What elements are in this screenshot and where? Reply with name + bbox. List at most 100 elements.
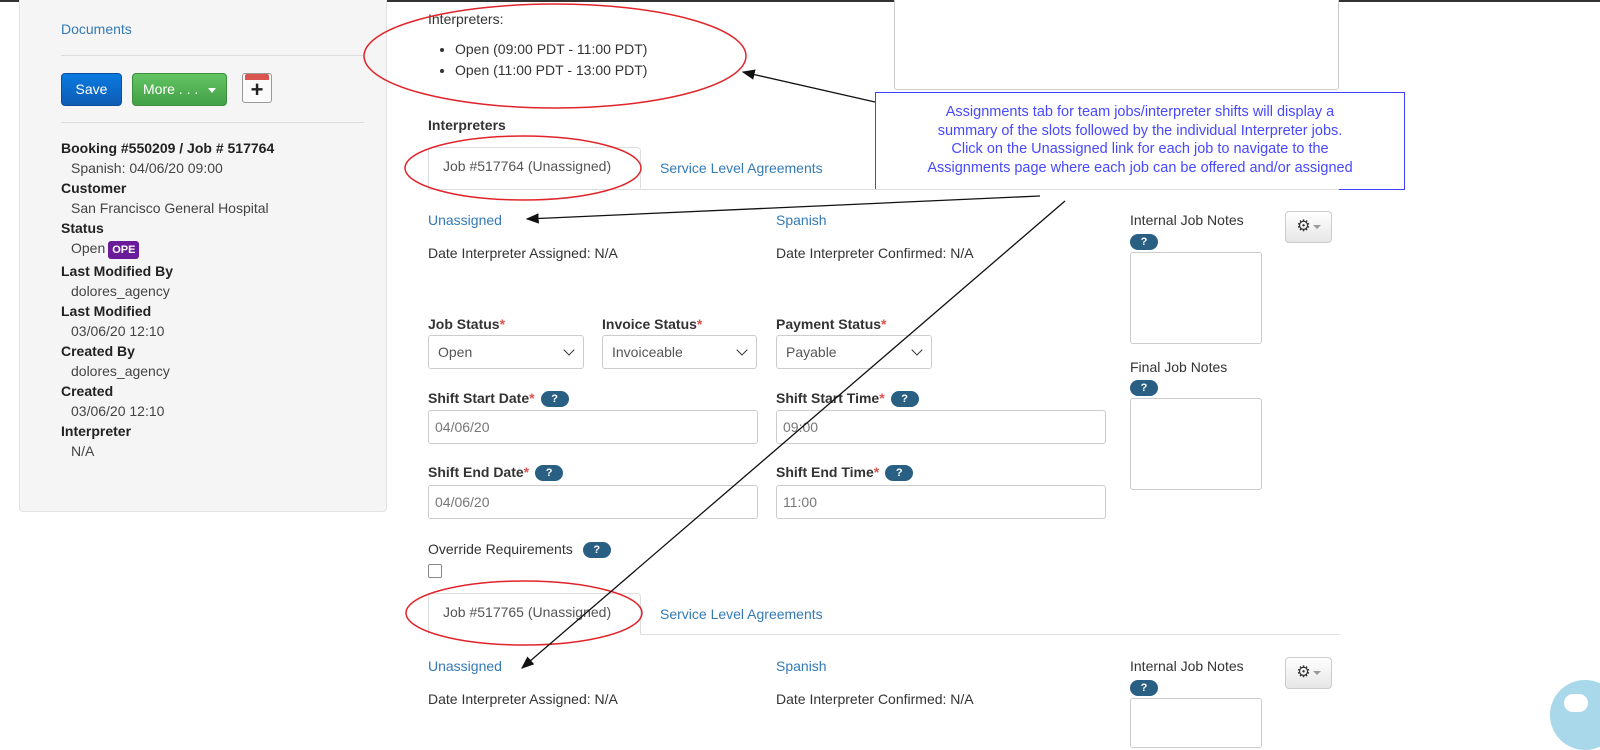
invoice-status-value: Invoiceable	[612, 344, 683, 360]
job-status-label-text: Job Status	[428, 316, 500, 332]
status-value: Open OPE	[61, 238, 274, 259]
caret-down-icon	[1312, 224, 1321, 229]
status-badge: OPE	[108, 241, 140, 259]
date-confirmed: Date Interpreter Confirmed: N/A	[776, 691, 974, 707]
last-modified-value: 03/06/20 12:10	[71, 323, 165, 339]
shift-end-time-label: Shift End Time*?	[776, 464, 914, 482]
booking-meta: Booking #550209 / Job # 517764 Spanish: …	[61, 138, 274, 461]
created-by-label: Created By	[61, 343, 135, 359]
settings-dropdown-button[interactable]: ⚙	[1285, 657, 1332, 689]
slot-item: Open (11:00 PDT - 13:00 PDT)	[455, 60, 647, 81]
override-requirements-checkbox[interactable]	[428, 564, 442, 578]
internal-job-notes-label: Internal Job Notes	[1130, 212, 1244, 228]
shift-end-date-label-text: Shift End Date	[428, 464, 524, 480]
slot-item: Open (09:00 PDT - 11:00 PDT)	[455, 39, 647, 60]
callout-line: Click on the Unassigned link for each jo…	[951, 141, 1329, 157]
shift-start-time-label: Shift Start Time*?	[776, 390, 919, 408]
unassigned-link[interactable]: Unassigned	[428, 212, 502, 228]
callout-line: Assignments tab for team jobs/interprete…	[945, 104, 1335, 120]
unassigned-link[interactable]: Unassigned	[428, 658, 502, 674]
callout-line: Assignments page where each job can be o…	[927, 159, 1353, 176]
interpreter-label: Interpreter	[61, 423, 132, 439]
invoice-status-select[interactable]: Invoiceable	[602, 335, 757, 369]
annotation-callout: Assignments tab for team jobs/interprete…	[875, 92, 1405, 190]
chevron-down-icon	[911, 344, 923, 356]
required-mark: *	[696, 316, 703, 332]
created-by-value: dolores_agency	[71, 363, 170, 379]
internal-job-notes-textarea[interactable]	[1130, 252, 1262, 344]
booking-title: Booking #550209 / Job # 517764	[61, 140, 275, 156]
tab-service-level-agreements[interactable]: Service Level Agreements	[660, 606, 823, 622]
shift-end-time-label-text: Shift End Time	[776, 464, 874, 480]
tabs-underline	[428, 189, 1339, 190]
slot-summary-list: Open (09:00 PDT - 11:00 PDT) Open (11:00…	[428, 39, 647, 81]
summary-heading: Interpreters:	[428, 11, 504, 27]
last-modified-by-label: Last Modified By	[61, 263, 174, 279]
required-mark: *	[523, 464, 530, 480]
invoice-status-label-text: Invoice Status	[602, 316, 697, 332]
internal-job-notes-textarea[interactable]	[1130, 698, 1262, 748]
payment-status-label-text: Payment Status	[776, 316, 882, 332]
date-assigned: Date Interpreter Assigned: N/A	[428, 245, 618, 261]
payment-status-select[interactable]: Payable	[776, 335, 932, 369]
date-assigned: Date Interpreter Assigned: N/A	[428, 691, 618, 707]
interpreters-section-title: Interpreters	[428, 117, 506, 133]
callout-line: summary of the slots followed by the ind…	[937, 122, 1343, 139]
payment-status-value: Payable	[786, 344, 837, 360]
more-button-label: More . . .	[143, 81, 199, 97]
tab-job-517765[interactable]: Job #517765 (Unassigned)	[428, 593, 641, 635]
last-modified-by-value: dolores_agency	[71, 283, 170, 299]
help-icon[interactable]: ?	[890, 391, 919, 408]
job-status-label: Job Status*	[428, 316, 505, 332]
customer-value: San Francisco General Hospital	[71, 200, 269, 216]
plus-icon: +	[250, 77, 264, 102]
shift-start-time-input[interactable]: 09:00	[776, 410, 1106, 444]
more-dropdown-button[interactable]: More . . .	[132, 73, 227, 106]
shift-start-date-input[interactable]: 04/06/20	[428, 410, 758, 444]
customer-label: Customer	[61, 180, 127, 196]
gear-icon: ⚙	[1296, 664, 1311, 681]
chevron-down-icon	[563, 344, 575, 356]
caret-down-icon	[1312, 670, 1321, 675]
chevron-down-icon	[736, 344, 748, 356]
job-status-value: Open	[438, 344, 473, 360]
help-icon[interactable]: ?	[582, 542, 611, 559]
booking-subtitle: Spanish: 04/06/20 09:00	[71, 160, 223, 176]
invoice-status-label: Invoice Status*	[602, 316, 702, 332]
chat-bubble-icon	[1564, 694, 1588, 712]
help-icon[interactable]: ?	[885, 465, 914, 482]
help-icon[interactable]: ?	[535, 465, 564, 482]
required-mark: *	[873, 464, 880, 480]
gear-icon: ⚙	[1296, 218, 1311, 235]
language-link[interactable]: Spanish	[776, 212, 827, 228]
shift-end-date-input[interactable]: 04/06/20	[428, 485, 758, 519]
status-label: Status	[61, 220, 104, 236]
required-mark: *	[879, 390, 885, 406]
date-confirmed: Date Interpreter Confirmed: N/A	[776, 245, 974, 261]
last-modified-label: Last Modified	[61, 303, 152, 319]
settings-dropdown-button[interactable]: ⚙	[1285, 211, 1332, 243]
help-icon[interactable]: ?	[1130, 234, 1158, 250]
help-icon[interactable]: ?	[1130, 380, 1158, 396]
chat-widget-icon[interactable]	[1550, 680, 1600, 750]
shift-end-time-input[interactable]: 11:00	[776, 485, 1106, 519]
job-status-select[interactable]: Open	[428, 335, 584, 369]
override-label-text: Override Requirements	[428, 541, 573, 557]
caret-down-icon	[208, 88, 216, 93]
help-icon[interactable]: ?	[540, 391, 569, 408]
top-notes-textarea[interactable]	[894, 0, 1339, 90]
shift-end-date-label: Shift End Date*?	[428, 464, 564, 482]
status-text: Open	[71, 240, 106, 256]
save-button[interactable]: Save	[61, 73, 122, 106]
calendar-add-icon[interactable]: +	[242, 73, 272, 103]
documents-link[interactable]: Documents	[61, 21, 132, 37]
final-job-notes-textarea[interactable]	[1130, 398, 1262, 490]
language-link[interactable]: Spanish	[776, 658, 827, 674]
tab-service-level-agreements[interactable]: Service Level Agreements	[660, 160, 823, 176]
tab-job-517764[interactable]: Job #517764 (Unassigned)	[428, 147, 641, 189]
help-icon[interactable]: ?	[1130, 680, 1158, 696]
shift-start-time-label-text: Shift Start Time	[776, 390, 880, 406]
payment-status-label: Payment Status*	[776, 316, 887, 332]
annotation-arrow	[741, 69, 876, 103]
required-mark: *	[881, 316, 887, 332]
